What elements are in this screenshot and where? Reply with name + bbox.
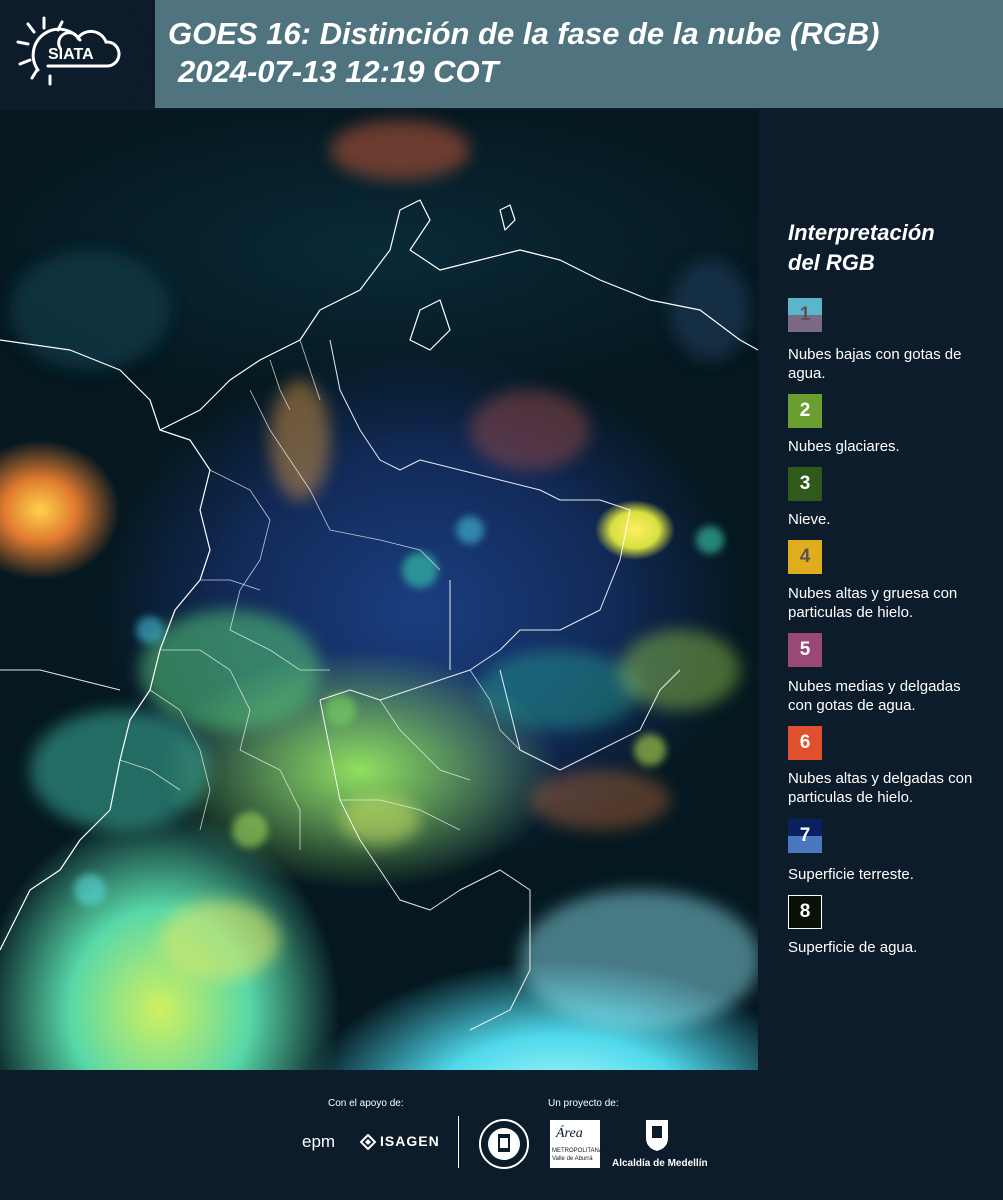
logo-text: SIATA: [48, 46, 94, 63]
area-logo-subtitle2: Valle de Aburrá: [552, 1156, 593, 1162]
footer: Con el apoyo de: Un proyecto de: epm ISA…: [0, 1070, 1003, 1200]
legend-swatch-8: 8: [788, 895, 822, 929]
legend-title-line1: Interpretación: [788, 220, 935, 245]
legend-swatch-1: 1: [788, 298, 822, 332]
area-metropolitana-logo: Área METROPOLITANA Valle de Aburrá: [550, 1120, 603, 1168]
legend-swatch-6: 6: [788, 726, 822, 760]
legend-swatch-2: 2: [788, 394, 822, 428]
alcaldia-label: Alcaldía de Medellín: [612, 1158, 708, 1169]
legend-label-5: Nubes medias y delgadas con gotas de agu…: [788, 678, 961, 714]
project-label: Un proyecto de:: [548, 1098, 619, 1109]
map-boundaries: [0, 120, 758, 1031]
legend-number-3: 3: [799, 473, 811, 494]
area-logo-subtitle: METROPOLITANA: [552, 1148, 603, 1154]
epm-logo: epm: [302, 1132, 336, 1151]
header-bar: SIATA GOES 16: Distinción de la fase de …: [0, 0, 1003, 108]
medellin-seal-icon: [478, 1118, 530, 1175]
legend-number-1: 1: [799, 304, 811, 325]
legend-number-5: 5: [799, 639, 811, 660]
legend-label-3: Nieve.: [788, 511, 831, 528]
legend-number-7: 7: [799, 825, 811, 846]
legend-number-6: 6: [799, 732, 811, 753]
legend-label-1: Nubes bajas con gotas de agua.: [788, 346, 962, 382]
legend-title-line2: del RGB: [788, 250, 875, 275]
support-label: Con el apoyo de:: [328, 1098, 404, 1109]
area-logo-name: Área: [556, 1126, 583, 1141]
legend-swatch-7: 7: [788, 819, 822, 853]
legend-title: Interpretación del RGB: [788, 218, 935, 278]
legend-swatch-5: 5: [788, 633, 822, 667]
page-subtitle-datetime: 2024-07-13 12:19 COT: [178, 54, 499, 89]
legend-swatch-4: 4: [788, 540, 822, 574]
legend-number-2: 2: [799, 400, 811, 421]
cloud-patches: [10, 120, 758, 1030]
legend-label-4: Nubes altas y gruesa con particulas de h…: [788, 585, 958, 621]
legend-label-8: Superficie de agua.: [788, 939, 918, 956]
legend-label-2: Nubes glaciares.: [788, 438, 900, 455]
logo-chevron: [125, 0, 155, 108]
footer-divider: [458, 1116, 459, 1168]
legend-label-6: Nubes altas y delgadas con particulas de…: [788, 770, 973, 806]
legend-swatch-3: 3: [788, 467, 822, 501]
legend-number-4: 4: [799, 546, 811, 567]
satellite-map: [0, 110, 758, 1070]
legend-number-8: 8: [799, 901, 811, 922]
isagen-logo: ISAGEN: [380, 1133, 440, 1149]
legend-label-7: Superficie terreste.: [788, 866, 914, 883]
page-title: GOES 16: Distinción de la fase de la nub…: [168, 16, 880, 51]
isagen-icon: [359, 1133, 377, 1155]
alcaldia-shield-icon: [644, 1118, 670, 1157]
